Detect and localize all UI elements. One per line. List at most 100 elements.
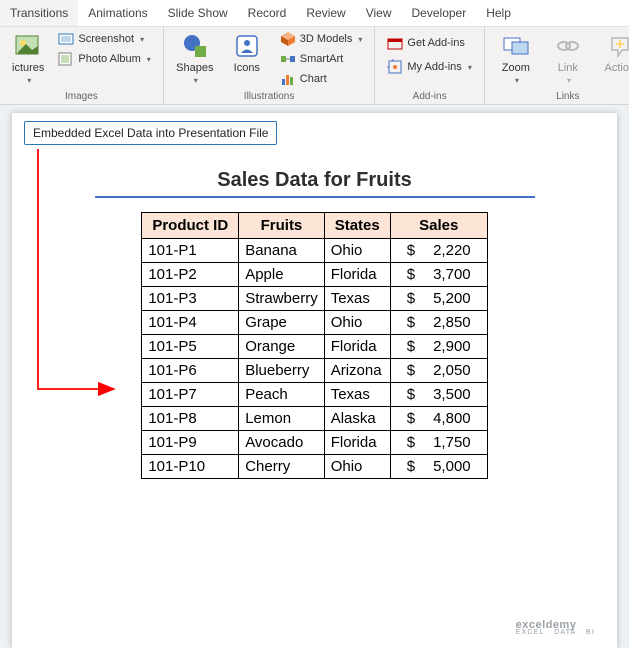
cell-sales: $1,750 xyxy=(390,431,487,455)
smartart-button[interactable]: SmartArt xyxy=(276,50,367,68)
group-label-images: Images xyxy=(8,90,155,103)
group-label-illustrations: Illustrations xyxy=(172,90,367,103)
table-row[interactable]: 101-P3StrawberryTexas$5,200 xyxy=(142,287,487,311)
chevron-down-icon: ▾ xyxy=(468,63,472,72)
pictures-icon xyxy=(14,32,42,60)
tab-slideshow[interactable]: Slide Show xyxy=(158,0,238,26)
action-button[interactable]: Action xyxy=(597,30,629,76)
screenshot-button[interactable]: Screenshot▾ xyxy=(54,30,154,48)
chevron-down-icon: ▾ xyxy=(194,76,198,85)
zoom-icon xyxy=(502,32,530,60)
chevron-down-icon: ▾ xyxy=(140,35,144,44)
annotation-arrow xyxy=(26,149,126,409)
group-label-links: Links xyxy=(493,90,629,103)
shapes-button[interactable]: Shapes▾ xyxy=(172,30,218,87)
table-row[interactable]: 101-P7PeachTexas$3,500 xyxy=(142,383,487,407)
cell-fruit: Cherry xyxy=(239,455,325,479)
tab-transitions[interactable]: Transitions xyxy=(0,0,78,26)
tab-help[interactable]: Help xyxy=(476,0,521,26)
group-illustrations: Shapes▾ Icons 3D Models▾ SmartArt Chart … xyxy=(164,27,376,104)
tab-animations[interactable]: Animations xyxy=(78,0,157,26)
table-row[interactable]: 101-P9AvocadoFlorida$1,750 xyxy=(142,431,487,455)
cell-id: 101-P7 xyxy=(142,383,239,407)
cell-state: Florida xyxy=(324,335,390,359)
cell-id: 101-P2 xyxy=(142,263,239,287)
get-addins-button[interactable]: Get Add-ins xyxy=(383,34,475,52)
chevron-down-icon: ▾ xyxy=(358,35,362,44)
title-underline xyxy=(95,196,535,198)
shapes-icon xyxy=(181,32,209,60)
table-row[interactable]: 101-P1BananaOhio$2,220 xyxy=(142,239,487,263)
col-sales: Sales xyxy=(390,213,487,239)
chevron-down-icon: ▾ xyxy=(147,55,151,64)
callout-box[interactable]: Embedded Excel Data into Presentation Fi… xyxy=(24,121,277,145)
cell-fruit: Banana xyxy=(239,239,325,263)
cell-sales: $2,050 xyxy=(390,359,487,383)
3dmodels-button[interactable]: 3D Models▾ xyxy=(276,30,367,48)
cell-id: 101-P3 xyxy=(142,287,239,311)
tab-developer[interactable]: Developer xyxy=(402,0,477,26)
cell-fruit: Apple xyxy=(239,263,325,287)
cell-fruit: Avocado xyxy=(239,431,325,455)
group-links: Zoom▾ Link▾ Action Links xyxy=(485,27,629,104)
cell-sales: $2,850 xyxy=(390,311,487,335)
cell-state: Arizona xyxy=(324,359,390,383)
col-states: States xyxy=(324,213,390,239)
chart-button[interactable]: Chart xyxy=(276,70,367,88)
cell-id: 101-P8 xyxy=(142,407,239,431)
table-row[interactable]: 101-P4GrapeOhio$2,850 xyxy=(142,311,487,335)
cell-state: Ohio xyxy=(324,239,390,263)
cell-state: Texas xyxy=(324,383,390,407)
chart-icon xyxy=(280,71,296,87)
chevron-down-icon: ▾ xyxy=(567,76,571,85)
cell-fruit: Grape xyxy=(239,311,325,335)
chevron-down-icon: ▾ xyxy=(515,76,519,85)
cell-fruit: Blueberry xyxy=(239,359,325,383)
smartart-icon xyxy=(280,51,296,67)
cell-sales: $2,220 xyxy=(390,239,487,263)
group-addins: Get Add-ins My Add-ins▾ Add-ins xyxy=(375,27,484,104)
cell-id: 101-P9 xyxy=(142,431,239,455)
table-row[interactable]: 101-P2AppleFlorida$3,700 xyxy=(142,263,487,287)
col-product-id: Product ID xyxy=(142,213,239,239)
tab-record[interactable]: Record xyxy=(238,0,297,26)
slide-area: Embedded Excel Data into Presentation Fi… xyxy=(0,105,629,648)
cell-sales: $5,200 xyxy=(390,287,487,311)
my-addins-button[interactable]: My Add-ins▾ xyxy=(383,58,475,76)
addins-icon xyxy=(387,59,403,75)
cell-id: 101-P10 xyxy=(142,455,239,479)
link-icon xyxy=(554,32,582,60)
photoalbum-icon xyxy=(58,51,74,67)
data-table[interactable]: Product ID Fruits States Sales 101-P1Ban… xyxy=(141,212,487,479)
table-row[interactable]: 101-P6BlueberryArizona$2,050 xyxy=(142,359,487,383)
slide[interactable]: Embedded Excel Data into Presentation Fi… xyxy=(12,113,617,648)
zoom-button[interactable]: Zoom▾ xyxy=(493,30,539,87)
cell-sales: $4,800 xyxy=(390,407,487,431)
col-fruits: Fruits xyxy=(239,213,325,239)
icons-button[interactable]: Icons xyxy=(224,30,270,76)
cell-id: 101-P6 xyxy=(142,359,239,383)
ribbon-tabs: Transitions Animations Slide Show Record… xyxy=(0,0,629,27)
table-header-row: Product ID Fruits States Sales xyxy=(142,213,487,239)
cell-fruit: Lemon xyxy=(239,407,325,431)
cell-fruit: Strawberry xyxy=(239,287,325,311)
tab-view[interactable]: View xyxy=(356,0,402,26)
link-button[interactable]: Link▾ xyxy=(545,30,591,87)
table-row[interactable]: 101-P10CherryOhio$5,000 xyxy=(142,455,487,479)
cell-fruit: Peach xyxy=(239,383,325,407)
table-row[interactable]: 101-P8LemonAlaska$4,800 xyxy=(142,407,487,431)
screenshot-icon xyxy=(58,31,74,47)
cell-state: Ohio xyxy=(324,311,390,335)
watermark: exceldemy EXCEL · DATA · BI xyxy=(516,619,595,636)
cube-icon xyxy=(280,31,296,47)
table-row[interactable]: 101-P5OrangeFlorida$2,900 xyxy=(142,335,487,359)
icons-icon xyxy=(233,32,261,60)
cell-id: 101-P5 xyxy=(142,335,239,359)
group-images: ictures▾ Screenshot▾ Photo Album▾ Images xyxy=(0,27,164,104)
cell-sales: $3,500 xyxy=(390,383,487,407)
photoalbum-button[interactable]: Photo Album▾ xyxy=(54,50,154,68)
cell-fruit: Orange xyxy=(239,335,325,359)
ribbon: ictures▾ Screenshot▾ Photo Album▾ Images… xyxy=(0,27,629,105)
tab-review[interactable]: Review xyxy=(296,0,355,26)
pictures-button[interactable]: ictures▾ xyxy=(8,30,48,87)
